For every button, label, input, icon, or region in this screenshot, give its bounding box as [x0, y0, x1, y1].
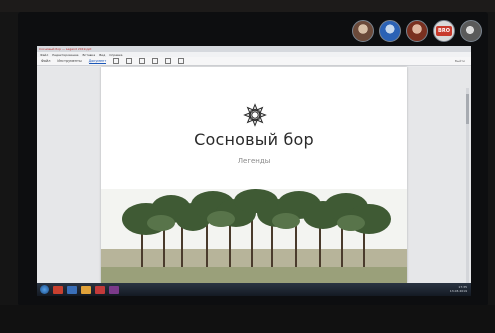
call-participants: BRO: [352, 20, 482, 42]
taskbar-app-icon[interactable]: [95, 285, 105, 294]
save-icon[interactable]: [113, 58, 120, 64]
menu-item-edit[interactable]: Редактирование: [52, 53, 78, 57]
tab-document[interactable]: Документ: [88, 59, 107, 64]
menu-item-help[interactable]: Справка: [109, 53, 122, 57]
redo-icon[interactable]: [178, 58, 185, 64]
photo-background-top: [0, 0, 495, 12]
page-title: Сосновый бор: [194, 130, 314, 149]
menu-item-file[interactable]: Файл: [40, 53, 48, 57]
taskbar: 17:35 13.03.2019: [37, 283, 471, 296]
clock-date: 13.03.2019: [449, 289, 467, 293]
start-button[interactable]: [40, 285, 49, 294]
undo-icon[interactable]: [165, 58, 172, 64]
search-icon[interactable]: [152, 58, 159, 64]
print-icon[interactable]: [126, 58, 133, 64]
taskbar-app-icon[interactable]: [81, 285, 91, 294]
taskbar-app-icon[interactable]: [53, 285, 63, 294]
system-tray-clock[interactable]: 17:35 13.03.2019: [450, 285, 467, 293]
taskbar-app-icon[interactable]: [67, 285, 77, 294]
shared-screen: Сосновый бор — Legend 2019.ppt Файл Реда…: [37, 46, 471, 296]
document-area[interactable]: Сосновый бор Легенды: [37, 67, 471, 288]
document-page: Сосновый бор Легенды: [101, 67, 407, 283]
avatar-badge: BRO: [436, 26, 452, 36]
taskbar-app-icon[interactable]: [109, 285, 119, 294]
tab-tools[interactable]: Инструменты: [57, 59, 81, 63]
email-icon[interactable]: [139, 58, 146, 64]
avatar[interactable]: [460, 20, 482, 42]
photo-background-bottom: [0, 305, 495, 333]
tab-file[interactable]: Файл: [41, 59, 50, 63]
menu-item-insert[interactable]: Вставка: [82, 53, 95, 57]
page-subtitle: Легенды: [237, 157, 271, 165]
window-title: Сосновый бор — Legend 2019.ppt: [39, 47, 92, 51]
ribbon-tabs: Файл Инструменты Документ Выйти: [37, 57, 471, 66]
menu-item-view[interactable]: Вид: [99, 53, 105, 57]
avatar[interactable]: BRO: [433, 20, 455, 42]
avatar[interactable]: [352, 20, 374, 42]
vertical-scrollbar[interactable]: [466, 88, 469, 288]
scrollbar-thumb[interactable]: [466, 94, 469, 124]
pine-emblem-icon: [243, 103, 267, 127]
avatar[interactable]: [406, 20, 428, 42]
forest-illustration: [101, 189, 407, 283]
avatar[interactable]: [379, 20, 401, 42]
exit-button[interactable]: Выйти: [455, 59, 465, 63]
